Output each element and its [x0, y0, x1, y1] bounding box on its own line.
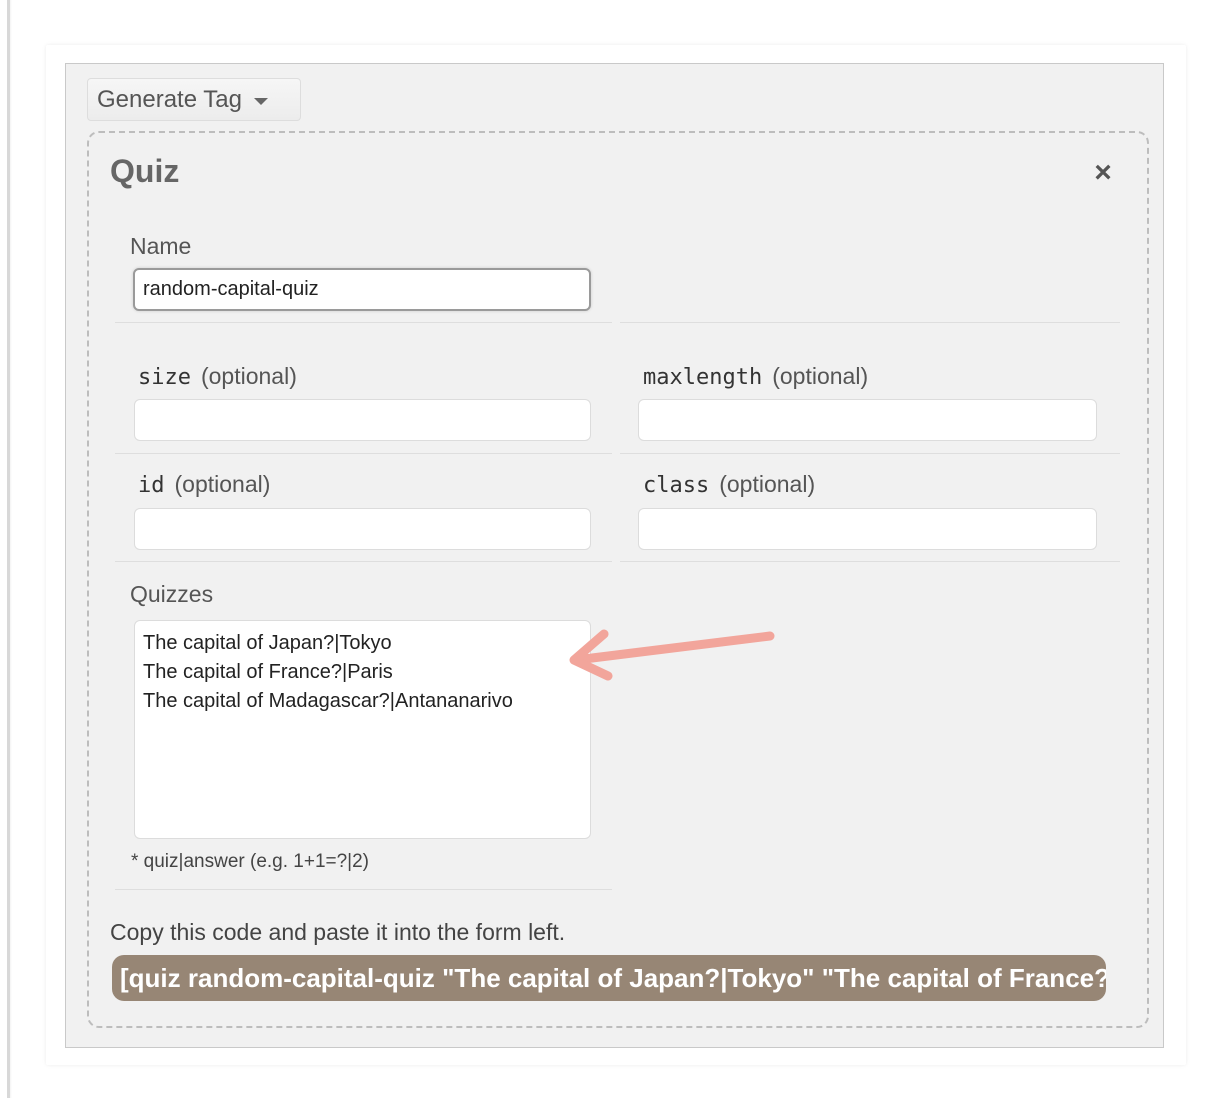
quizzes-hint: * quiz|answer (e.g. 1+1=?|2)	[131, 851, 370, 872]
size-label: size (optional)	[138, 363, 297, 390]
divider	[620, 322, 1120, 323]
maxlength-optional: (optional)	[772, 363, 869, 389]
id-label: id (optional)	[138, 471, 270, 498]
dialog-title: Quiz	[110, 153, 180, 189]
divider	[115, 889, 612, 890]
arrow-left-icon	[569, 629, 775, 681]
generate-tag-button[interactable]: Generate Tag	[87, 78, 301, 121]
size-attr-name: size	[138, 365, 191, 390]
chevron-down-icon	[254, 97, 268, 105]
divider	[620, 561, 1120, 562]
divider	[115, 561, 612, 562]
name-field[interactable]	[133, 268, 591, 311]
generate-tag-label: Generate Tag	[97, 85, 242, 113]
divider	[620, 453, 1120, 454]
class-label: class (optional)	[643, 471, 815, 498]
quiz-line: The capital of Japan?|Tokyo	[143, 632, 392, 654]
id-optional: (optional)	[174, 471, 271, 497]
id-attr-name: id	[138, 473, 165, 498]
class-field[interactable]	[638, 508, 1097, 550]
size-optional: (optional)	[200, 363, 297, 389]
copy-instruction: Copy this code and paste it into the for…	[110, 919, 566, 945]
name-label: Name	[130, 233, 192, 259]
size-field[interactable]	[134, 399, 591, 441]
maxlength-attr-name: maxlength	[643, 365, 763, 390]
window-left-border	[0, 0, 12, 1098]
quizzes-label: Quizzes	[130, 581, 214, 607]
divider	[115, 453, 612, 454]
quiz-line: The capital of Madagascar?|Antananarivo	[143, 690, 513, 712]
quiz-dialog	[87, 131, 1149, 1028]
class-attr-name: class	[643, 473, 710, 498]
close-icon[interactable]: ×	[1090, 158, 1116, 188]
generated-code-field[interactable]: [quiz random-capital-quiz "The capital o…	[112, 955, 1106, 1001]
class-optional: (optional)	[719, 471, 816, 497]
maxlength-field[interactable]	[638, 399, 1097, 441]
id-field[interactable]	[134, 508, 591, 550]
maxlength-label: maxlength (optional)	[643, 363, 868, 390]
quizzes-textarea[interactable]: The capital of Japan?|Tokyo The capital …	[134, 620, 591, 839]
divider	[115, 322, 612, 323]
quiz-line: The capital of France?|Paris	[143, 661, 393, 683]
